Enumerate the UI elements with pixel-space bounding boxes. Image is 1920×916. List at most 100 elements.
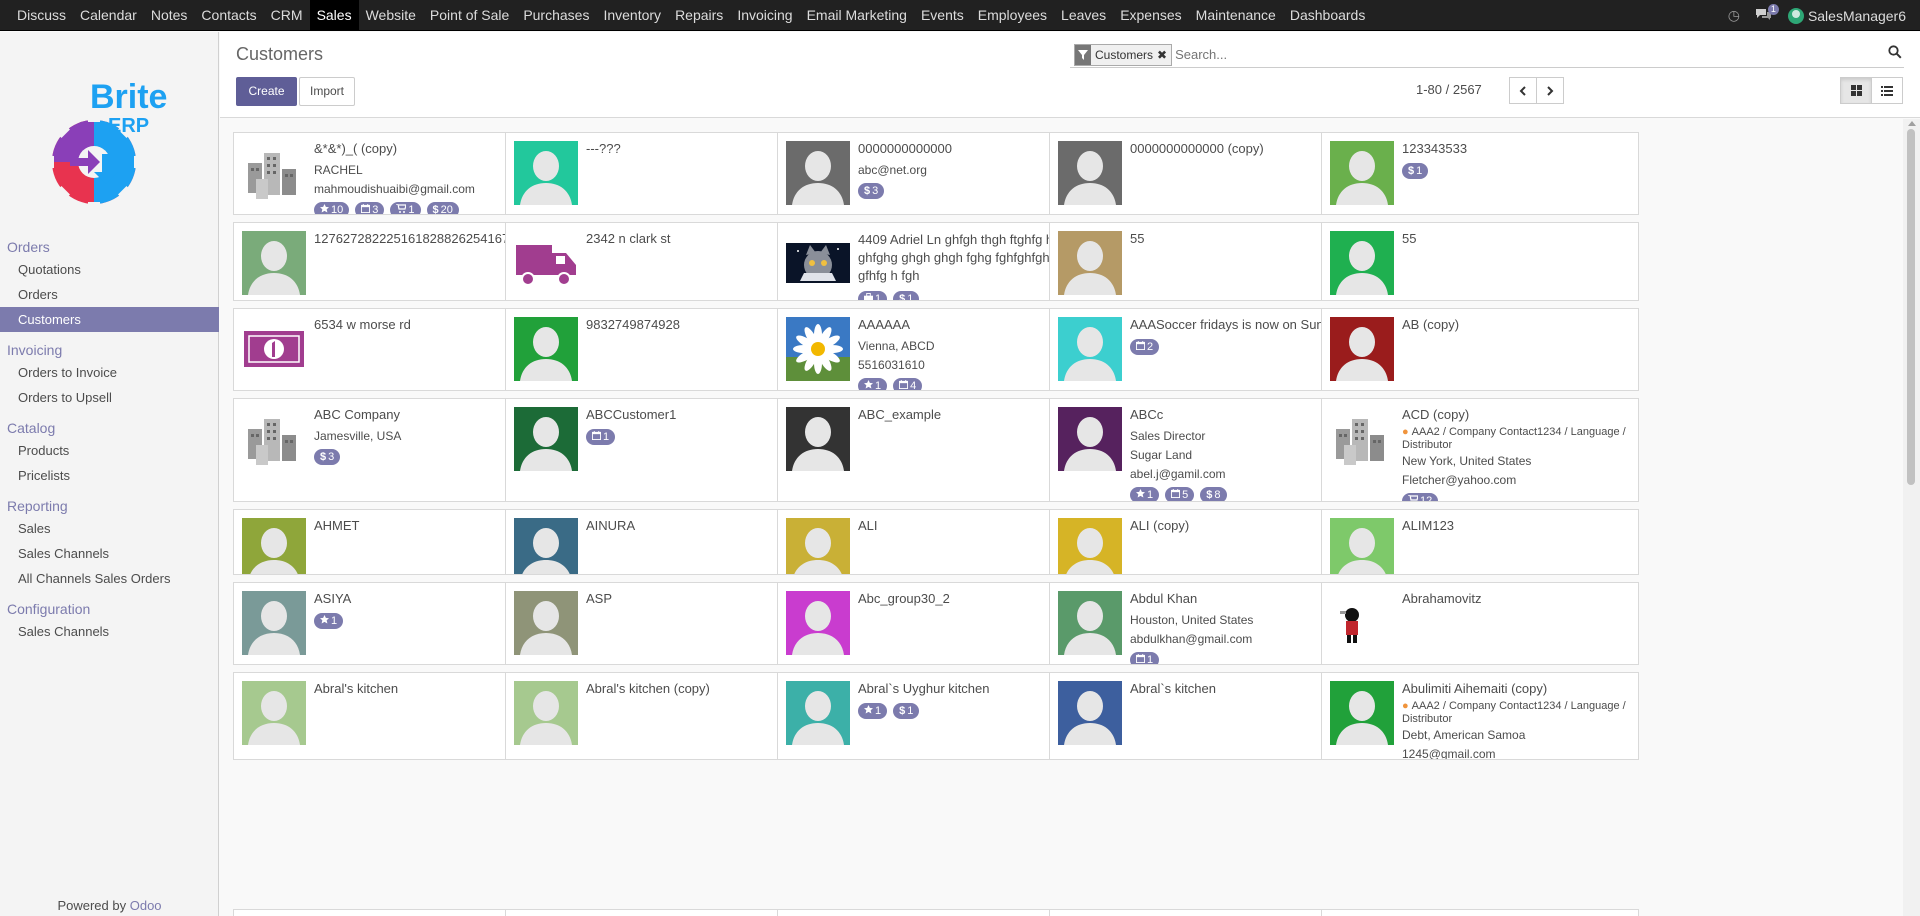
menu-email-marketing[interactable]: Email Marketing — [800, 0, 914, 31]
customer-card[interactable]: Abulimiti Aihemaiti (copy) ● AAA2 / Compan… — [1321, 672, 1639, 760]
import-button[interactable]: Import — [299, 77, 355, 106]
meeting-count-badge[interactable]: 3 — [355, 202, 385, 214]
customer-card[interactable]: 0000000000000 (copy) — [1049, 132, 1367, 215]
customer-card[interactable]: ABC Company Jamesville, USA $3 — [233, 398, 551, 502]
menu-events[interactable]: Events — [914, 0, 971, 31]
meeting-count-badge[interactable]: 5 — [1165, 487, 1195, 501]
remove-facet-icon[interactable]: ✖ — [1157, 48, 1171, 62]
customer-card[interactable]: Abral's kitchen (copy) — [505, 672, 823, 760]
customer-card[interactable] — [505, 909, 823, 916]
search-input[interactable] — [1175, 47, 1904, 62]
sidebar-item-sales[interactable]: Sales — [0, 516, 219, 541]
customer-card[interactable]: AB (copy) — [1321, 308, 1639, 391]
customer-card[interactable]: 55 — [1321, 222, 1639, 301]
opportunity-count-badge[interactable]: 10 — [314, 202, 350, 214]
customer-card[interactable]: 6534 w morse rd — [233, 308, 551, 391]
user-menu[interactable]: SalesManager6 — [1787, 7, 1920, 24]
menu-crm[interactable]: CRM — [264, 0, 310, 31]
meeting-count-badge[interactable]: 1 — [586, 429, 616, 445]
customer-card[interactable]: Abral's kitchen — [233, 672, 551, 760]
menu-sales[interactable]: Sales — [309, 0, 359, 31]
customer-card[interactable]: ALI — [777, 509, 1095, 575]
customer-card[interactable]: 55 — [1049, 222, 1367, 301]
customer-card[interactable]: 123343533 $1 — [1321, 132, 1639, 215]
customer-card[interactable]: &*&*)_( (copy) RACHEL mahmoudishuaibi@gmai… — [233, 132, 551, 215]
customer-card[interactable] — [233, 909, 551, 916]
customer-card[interactable]: ACD (copy) ● AAA2 / Company Contact1234 / … — [1321, 398, 1639, 502]
customer-card[interactable]: 2342 n clark st — [505, 222, 823, 301]
sale-count-badge[interactable]: $3 — [314, 449, 341, 465]
purchase-count-badge[interactable]: 1 — [390, 202, 421, 214]
customer-card[interactable]: ALI (copy) — [1049, 509, 1367, 575]
customer-card[interactable]: AINURA — [505, 509, 823, 575]
messaging-icon[interactable]: 1 — [1755, 3, 1779, 24]
sale-count-badge[interactable]: $1 — [893, 291, 920, 300]
scrollbar[interactable] — [1903, 119, 1920, 916]
sidebar-item-customers[interactable]: Customers — [0, 307, 219, 332]
customer-card[interactable]: Abdul Khan Houston, United States abdulkha… — [1049, 582, 1367, 665]
customer-card[interactable]: ABC_example — [777, 398, 1095, 502]
menu-discuss[interactable]: Discuss — [0, 0, 73, 31]
kanban-view-button[interactable] — [1840, 77, 1872, 104]
menu-employees[interactable]: Employees — [971, 0, 1054, 31]
menu-purchases[interactable]: Purchases — [516, 0, 596, 31]
sale-count-badge[interactable]: $3 — [858, 183, 885, 199]
customer-card[interactable]: 9832749874928 — [505, 308, 823, 391]
customer-card[interactable] — [777, 909, 1095, 916]
sale-count-badge[interactable]: $1 — [893, 703, 920, 719]
customer-card[interactable] — [1321, 909, 1639, 916]
customer-card[interactable]: 12762728222516182882625416728225415 — [233, 222, 551, 301]
scroll-up-arrow[interactable] — [1908, 121, 1916, 126]
activity-clock-icon[interactable]: ◷ — [1728, 7, 1740, 24]
menu-invoicing[interactable]: Invoicing — [730, 0, 799, 31]
purchase-count-badge[interactable]: 12 — [1402, 493, 1439, 501]
sidebar-item-orders-to-upsell[interactable]: Orders to Upsell — [0, 385, 219, 410]
customer-card[interactable]: Abc_group30_2 — [777, 582, 1095, 665]
customer-card[interactable]: 4409 Adriel Ln ghfgh thgh ftghfg h ghfgh… — [777, 222, 1095, 301]
customer-card[interactable]: ABCc Sales Director Sugar Land abel.j@gamil… — [1049, 398, 1367, 502]
pager-value[interactable]: 1-80 / 2567 — [1416, 82, 1482, 97]
customer-card[interactable]: ASIYA 1 — [233, 582, 551, 665]
customer-card[interactable]: 0000000000000 abc@net.org $3 — [777, 132, 1095, 215]
menu-expenses[interactable]: Expenses — [1113, 0, 1188, 31]
customer-card[interactable]: ABCCustomer1 1 — [505, 398, 823, 502]
customer-card[interactable]: Abral`s kitchen — [1049, 672, 1367, 760]
menu-repairs[interactable]: Repairs — [668, 0, 730, 31]
sidebar-item-sales-channels[interactable]: Sales Channels — [0, 619, 219, 644]
menu-inventory[interactable]: Inventory — [596, 0, 668, 31]
customer-card[interactable]: ---??? — [505, 132, 823, 215]
meeting-count-badge[interactable]: 1 — [1130, 652, 1160, 664]
meeting-count-badge[interactable]: 4 — [893, 378, 923, 390]
customer-card[interactable]: ALIM123 — [1321, 509, 1639, 575]
opportunity-count-badge[interactable]: 1 — [1130, 487, 1160, 501]
sale-count-badge[interactable]: $20 — [426, 202, 459, 214]
menu-point-of-sale[interactable]: Point of Sale — [423, 0, 516, 31]
sidebar-item-all-channels-sales-orders[interactable]: All Channels Sales Orders — [0, 566, 219, 591]
opportunity-count-badge[interactable]: 1 — [858, 378, 888, 390]
menu-leaves[interactable]: Leaves — [1054, 0, 1113, 31]
customer-card[interactable]: ASP — [505, 582, 823, 665]
pager-next-button[interactable] — [1536, 77, 1564, 104]
sale-count-badge[interactable]: $8 — [1200, 487, 1227, 501]
customer-card[interactable] — [1049, 909, 1367, 916]
meeting-count-badge[interactable]: 2 — [1130, 339, 1160, 355]
create-button[interactable]: Create — [236, 77, 297, 106]
opportunity-count-badge[interactable]: 1 — [858, 703, 888, 719]
customer-card[interactable]: AAAAAA Vienna, ABCD 5516031610 1 4 — [777, 308, 1095, 391]
invoice-count-badge[interactable]: 1 — [858, 291, 888, 300]
pager-previous-button[interactable] — [1509, 77, 1537, 104]
menu-maintenance[interactable]: Maintenance — [1189, 0, 1283, 31]
menu-website[interactable]: Website — [359, 0, 423, 31]
odoo-link[interactable]: Odoo — [130, 898, 162, 913]
sidebar-item-sales-channels[interactable]: Sales Channels — [0, 541, 219, 566]
opportunity-count-badge[interactable]: 1 — [314, 613, 344, 629]
customer-card[interactable]: Abral`s Uyghur kitchen 1 $1 — [777, 672, 1095, 760]
sale-count-badge[interactable]: $1 — [1402, 163, 1429, 179]
menu-calendar[interactable]: Calendar — [73, 0, 144, 31]
customer-card[interactable]: Abrahamovitz — [1321, 582, 1639, 665]
customer-card[interactable]: AHMET — [233, 509, 551, 575]
menu-dashboards[interactable]: Dashboards — [1283, 0, 1373, 31]
sidebar-item-orders[interactable]: Orders — [0, 282, 219, 307]
sidebar-item-orders-to-invoice[interactable]: Orders to Invoice — [0, 360, 219, 385]
sidebar-item-pricelists[interactable]: Pricelists — [0, 463, 219, 488]
